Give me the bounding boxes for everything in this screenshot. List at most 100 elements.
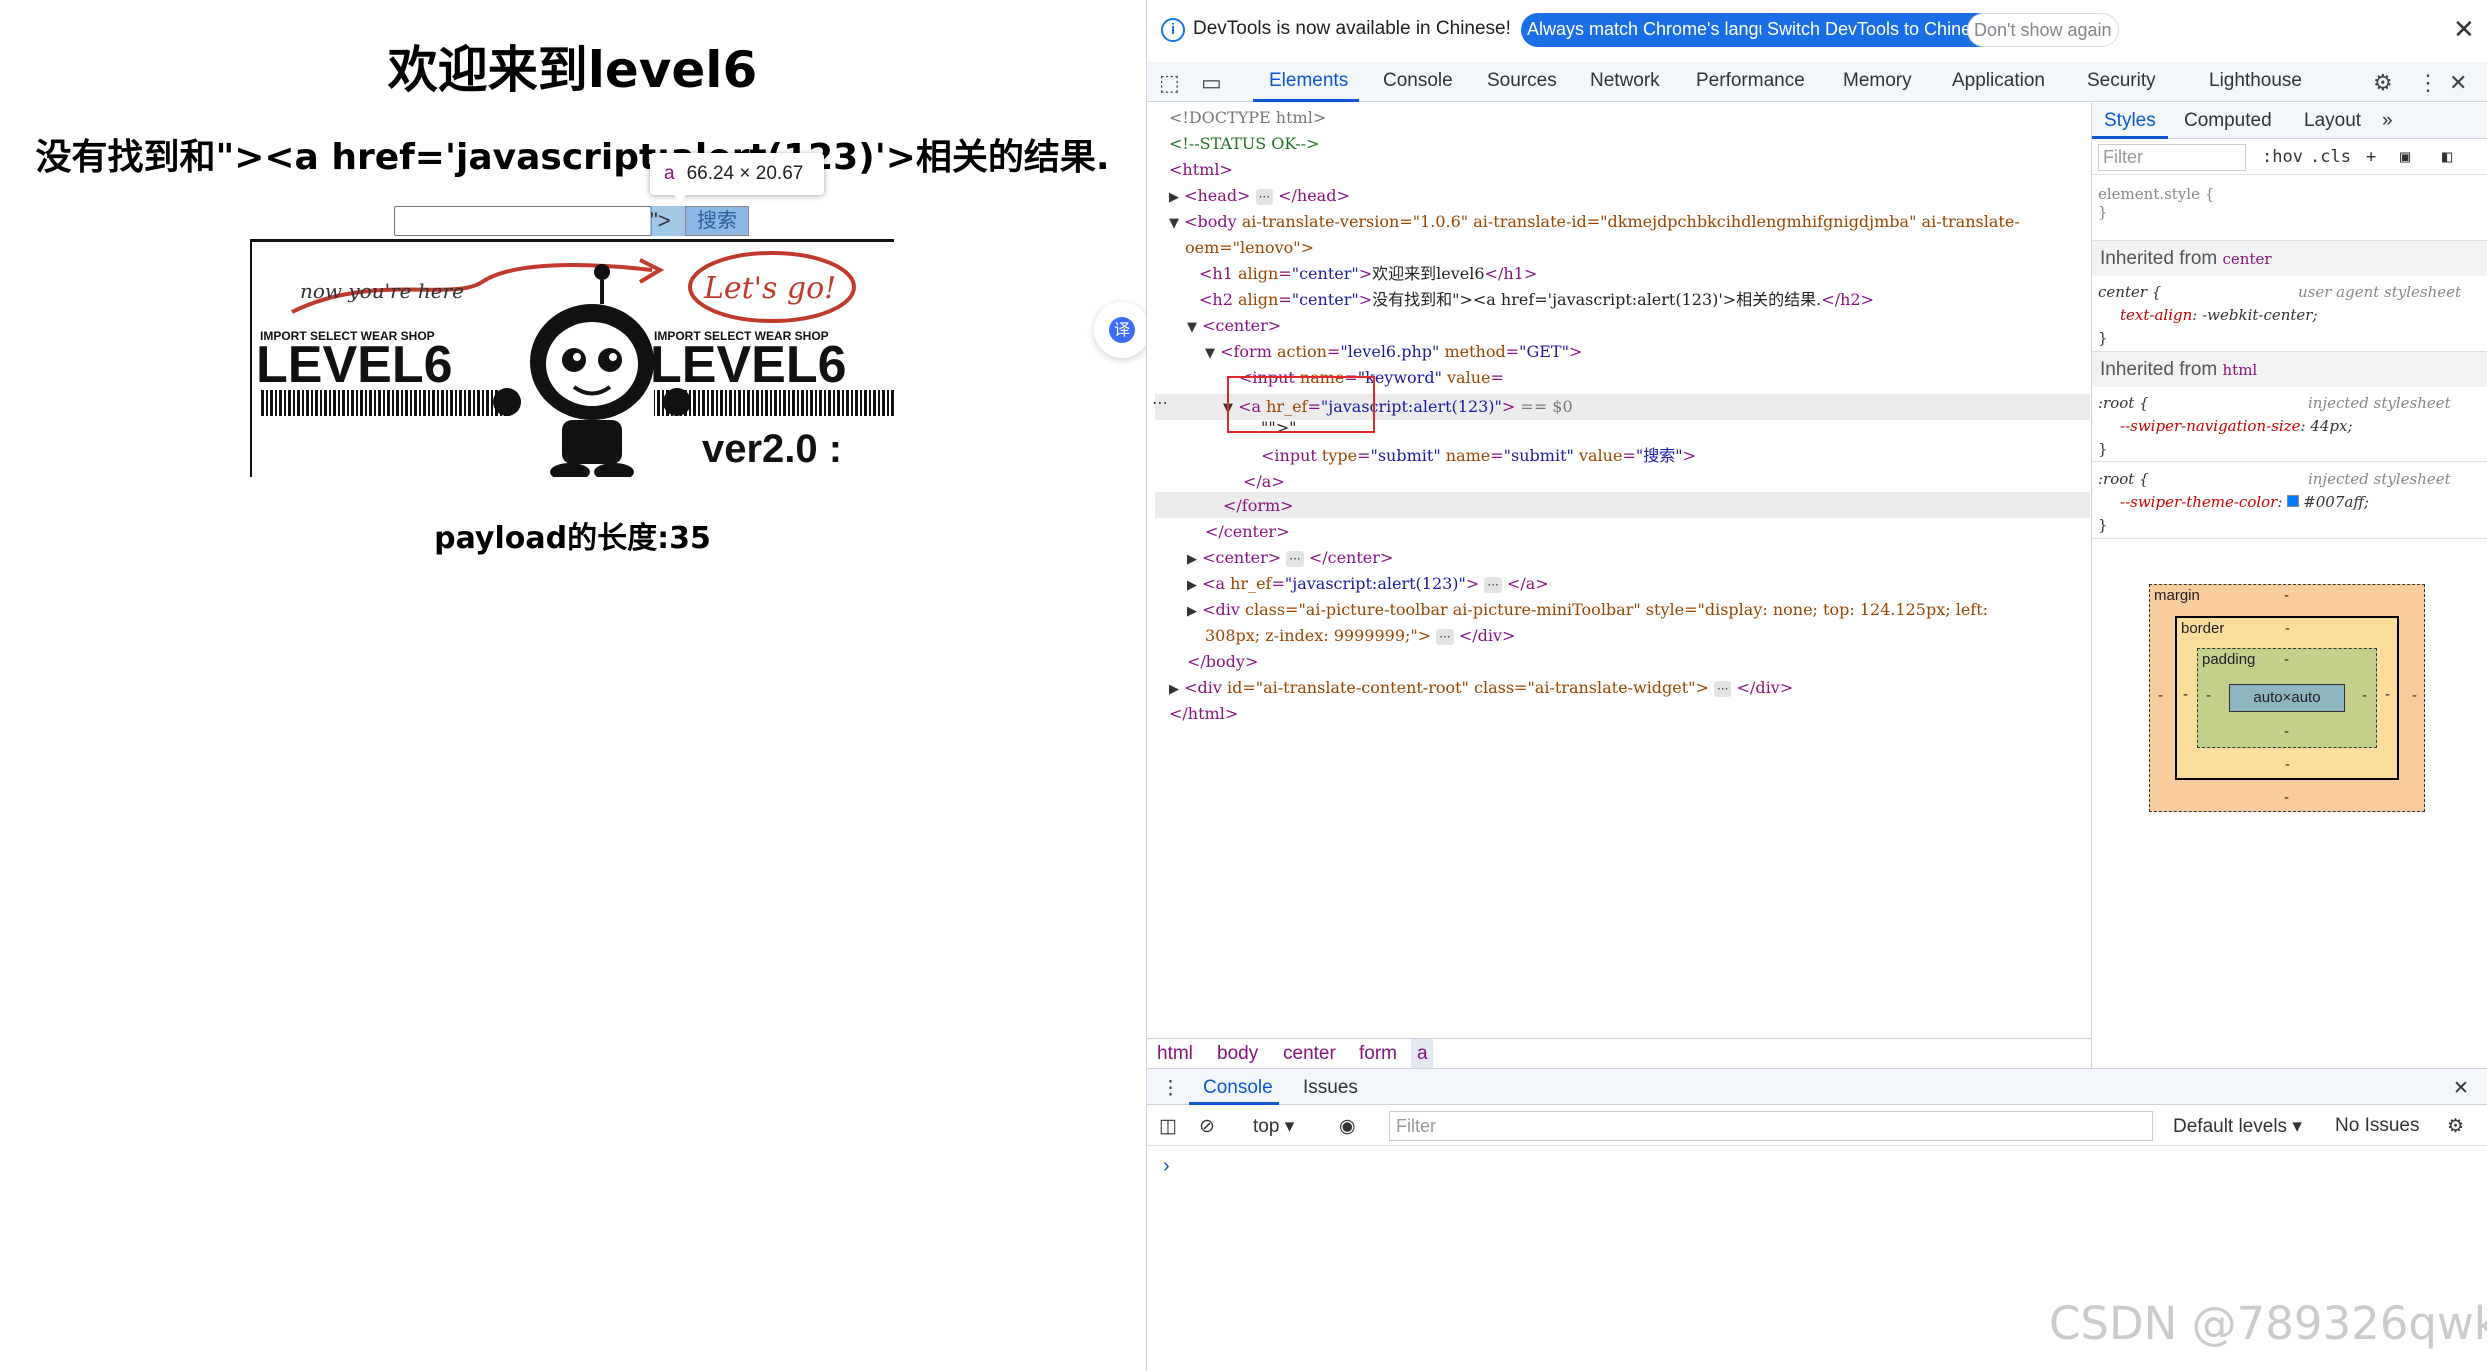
drawer-menu-icon[interactable]: ⋮ (1161, 1077, 1180, 1100)
tab-security[interactable]: Security (2087, 70, 2156, 92)
banner-graphic: now you're here Let's go! IMPORT SELECT … (256, 251, 894, 477)
box-model-content[interactable]: auto×auto (2229, 684, 2345, 712)
issues-counter[interactable]: No Issues (2335, 1115, 2419, 1137)
tab-application[interactable]: Application (1952, 70, 2045, 92)
search-submit-button[interactable]: 搜索 (685, 206, 749, 236)
tab-lighthouse[interactable]: Lighthouse (2209, 70, 2302, 92)
dom-anchor-close[interactable]: </a> (1243, 469, 1285, 495)
console-filter-input[interactable]: Filter (1389, 1111, 2153, 1141)
level-text-right: LEVEL6 (650, 336, 847, 394)
dom-html-open[interactable]: <html> (1169, 157, 1233, 183)
inspect-element-icon[interactable]: ⬚ (1159, 70, 1180, 96)
paint-icon[interactable]: ▣ (2400, 147, 2410, 167)
level-text-left: LEVEL6 (256, 336, 453, 394)
dom-input-submit[interactable]: <input type="submit" name="submit" value… (1261, 443, 1696, 469)
elements-dom-tree: ⋯ <!DOCTYPE html> <!--STATUS OK--> <html… (1147, 103, 2091, 1038)
hovered-node-highlight (1155, 492, 2090, 518)
breadcrumb-form[interactable]: form (1359, 1043, 1397, 1065)
add-rule-icon[interactable]: + (2366, 147, 2376, 167)
clear-console-icon[interactable]: ⊘ (1199, 1115, 1215, 1138)
drawer-tab-issues[interactable]: Issues (1303, 1077, 1358, 1099)
translate-float-button[interactable]: 译 (1094, 302, 1150, 358)
dom-doctype[interactable]: <!DOCTYPE html> (1169, 105, 1326, 131)
dom-form-open[interactable]: ▼ <form action="level6.php" method="GET"… (1205, 339, 1582, 365)
styles-tab-bar: Styles Computed Layout » (2092, 103, 2487, 139)
payload-length-text: payload的长度:35 (434, 521, 711, 556)
more-tabs-icon[interactable]: » (2382, 110, 2393, 132)
drawer-tab-console[interactable]: Console (1203, 1077, 1273, 1099)
translate-icon: 译 (1109, 317, 1135, 343)
inherited-from-html-header: Inherited from html (2092, 351, 2487, 387)
tooltip-tag: a (664, 163, 675, 184)
banner-note: now you're here (300, 279, 464, 303)
cls-toggle[interactable]: .cls (2310, 147, 2351, 167)
dom-body-close[interactable]: </body> (1187, 649, 1258, 675)
close-icon[interactable]: ✕ (2453, 14, 2475, 45)
highlighted-anchor-overlay[interactable]: "> (650, 206, 685, 236)
tab-elements[interactable]: Elements (1269, 70, 1348, 92)
breadcrumb-center[interactable]: center (1283, 1043, 1336, 1065)
switch-to-chinese-button[interactable]: Switch DevTools to Chinese (1761, 13, 1997, 47)
sidebar-toggle-icon[interactable]: ◧ (2442, 147, 2452, 167)
dom-head[interactable]: ▶ <head> ··· </head> (1169, 183, 1350, 209)
tab-styles[interactable]: Styles (2104, 110, 2156, 132)
more-options-icon[interactable]: ⋮ (2417, 70, 2439, 96)
dom-form-close[interactable]: </form> (1223, 493, 1294, 519)
tab-sources[interactable]: Sources (1487, 70, 1557, 92)
breadcrumb-html[interactable]: html (1157, 1043, 1193, 1065)
tab-layout[interactable]: Layout (2304, 110, 2361, 132)
devtools-language-infobar: i DevTools is now available in Chinese! … (1147, 0, 2487, 58)
context-selector[interactable]: top ▾ (1253, 1115, 1294, 1138)
element-style-rule[interactable]: element.style { } (2092, 185, 2487, 221)
device-toolbar-icon[interactable]: ▭ (1201, 70, 1222, 96)
root-swiper-theme-rule[interactable]: :root {injected stylesheet --swiper-them… (2092, 468, 2487, 537)
active-tab-indicator (1253, 99, 1359, 102)
version-text: ver2.0 : (702, 427, 842, 471)
breadcrumb-body[interactable]: body (1217, 1043, 1258, 1065)
drawer-close-icon[interactable]: ✕ (2453, 1077, 2469, 1100)
dom-html-close[interactable]: </html> (1169, 701, 1238, 727)
tab-performance[interactable]: Performance (1696, 70, 1805, 92)
console-settings-icon[interactable]: ⚙ (2447, 1115, 2464, 1138)
tab-memory[interactable]: Memory (1843, 70, 1912, 92)
dom-h1[interactable]: <h1 align="center">欢迎来到level6</h1> (1199, 261, 1537, 287)
dom-toolbar-div[interactable]: ▶ <div class="ai-picture-toolbar ai-pict… (1187, 597, 1988, 623)
dom-body-open[interactable]: ▼ <body ai-translate-version="1.0.6" ai-… (1169, 209, 2020, 235)
dom-translate-root[interactable]: ▶ <div id="ai-translate-content-root" cl… (1169, 675, 1793, 701)
dom-center-close[interactable]: </center> (1205, 519, 1289, 545)
watermark: CSDN @789326qwk (2049, 1297, 2487, 1350)
tab-console[interactable]: Console (1383, 70, 1453, 92)
dom-h2[interactable]: <h2 align="center">没有找到和"><a href='javas… (1199, 287, 1874, 313)
dom-comment[interactable]: <!--STATUS OK--> (1169, 131, 1319, 157)
rule-divider (2092, 461, 2487, 462)
dom-center-open[interactable]: ▼ <center> (1187, 313, 1281, 339)
console-prompt-chevron[interactable]: › (1163, 1155, 1170, 1178)
info-icon: i (1161, 18, 1185, 42)
tab-computed[interactable]: Computed (2184, 110, 2272, 132)
live-expression-eye-icon[interactable]: ◉ (1339, 1115, 1356, 1138)
dom-breadcrumb: html body center form a (1147, 1038, 2091, 1069)
dont-show-again-button[interactable]: Don't show again (1967, 13, 2119, 47)
devtools-tab-bar: ⬚ ▭ Elements Console Sources Network Per… (1147, 62, 2487, 102)
settings-gear-icon[interactable]: ⚙ (2373, 70, 2393, 96)
keyword-input[interactable] (394, 206, 652, 236)
center-ua-rule[interactable]: center {user agent stylesheet text-align… (2092, 281, 2487, 350)
log-levels-dropdown[interactable]: Default levels ▾ (2173, 1115, 2302, 1138)
red-annotation-box (1227, 376, 1375, 433)
node-actions-dots[interactable]: ⋯ (1152, 393, 1168, 412)
dom-anchor-collapsed[interactable]: ▶ <a hr_ef="javascript:alert(123)"> ··· … (1187, 571, 1549, 597)
sidebar-toggle-icon[interactable]: ◫ (1159, 1115, 1177, 1138)
dom-center-collapsed[interactable]: ▶ <center> ··· </center> (1187, 545, 1393, 571)
bubble-text: Let's go! (703, 271, 836, 306)
breadcrumb-a[interactable]: a (1417, 1043, 1428, 1065)
color-swatch[interactable] (2287, 495, 2300, 507)
hov-toggle[interactable]: :hov (2262, 147, 2303, 167)
styles-filter-row: Filter :hov .cls + ▣ ◧ (2092, 139, 2487, 175)
rule-divider (2092, 538, 2487, 539)
close-devtools-icon[interactable]: ✕ (2449, 70, 2467, 96)
root-swiper-nav-rule[interactable]: :root {injected stylesheet --swiper-navi… (2092, 392, 2487, 461)
styles-filter-input[interactable]: Filter (2098, 144, 2246, 171)
tooltip-arrow (672, 193, 688, 202)
tab-network[interactable]: Network (1590, 70, 1660, 92)
element-inspect-tooltip: a 66.24 × 20.67 (650, 153, 824, 195)
